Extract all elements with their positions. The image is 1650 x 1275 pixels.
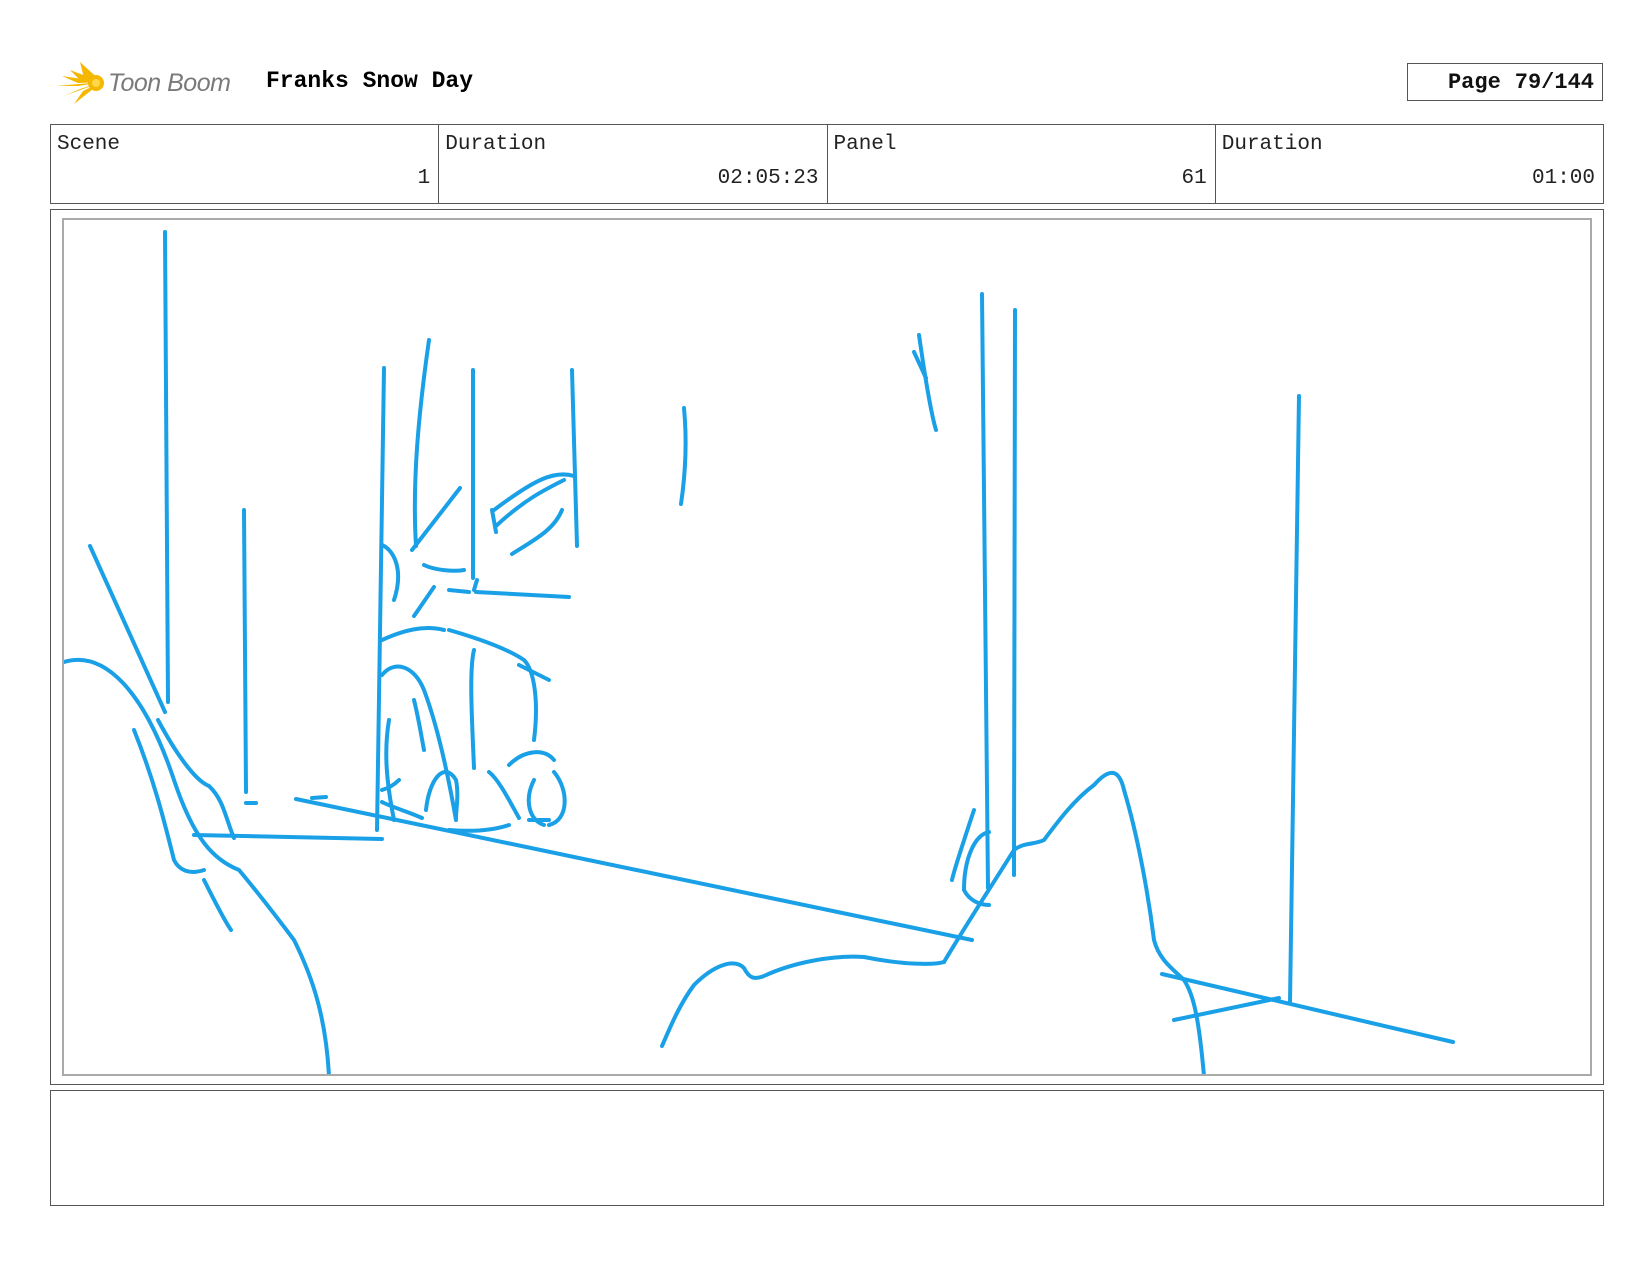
sketch-stroke bbox=[447, 588, 471, 594]
sketch-stroke bbox=[375, 366, 386, 832]
sketch-stroke bbox=[380, 543, 400, 602]
page-number: 79/144 bbox=[1514, 69, 1594, 95]
sketch-stroke bbox=[660, 954, 946, 1048]
page-indicator: Page 79/144 bbox=[1407, 63, 1603, 101]
sketch-stroke bbox=[410, 486, 462, 552]
panel-frame bbox=[50, 209, 1604, 1085]
sketch-stroke bbox=[447, 823, 511, 833]
page-label: Page bbox=[1447, 69, 1501, 95]
sketch-stroke bbox=[64, 658, 331, 1074]
panel-duration-value: 01:00 bbox=[1531, 167, 1595, 190]
starburst-icon bbox=[56, 62, 104, 104]
sketch-stroke bbox=[163, 230, 170, 704]
panel-value: 61 bbox=[1181, 167, 1207, 190]
sketch-stroke bbox=[132, 728, 206, 874]
sketch-stroke bbox=[412, 698, 426, 752]
sketch-stroke bbox=[1012, 308, 1017, 877]
panel-notes-box[interactable] bbox=[50, 1090, 1604, 1206]
sketch-stroke bbox=[679, 406, 688, 506]
scene-duration-value: 02:05:23 bbox=[717, 167, 819, 190]
sketch-stroke bbox=[294, 797, 974, 942]
sketch-stroke bbox=[1160, 972, 1455, 1044]
logo-text: Toon Boom bbox=[108, 69, 231, 97]
sketch-stroke bbox=[917, 333, 938, 432]
panel-info-row: Scene 1 Duration 02:05:23 Panel 61 Durat… bbox=[50, 124, 1604, 204]
sketch-stroke bbox=[422, 563, 466, 573]
panel-duration-label: Duration bbox=[1221, 133, 1323, 156]
sketch-drawing bbox=[64, 230, 1455, 1074]
sketch-stroke bbox=[474, 590, 571, 599]
scene-duration-label: Duration bbox=[445, 133, 547, 156]
sketch-stroke bbox=[507, 750, 556, 767]
sketch-stroke bbox=[472, 578, 479, 592]
sketch-stroke bbox=[202, 878, 233, 932]
sketch-stroke bbox=[980, 292, 990, 890]
sketch-stroke bbox=[1172, 996, 1281, 1022]
sketch-stroke bbox=[192, 833, 384, 841]
sketch-stroke bbox=[310, 795, 328, 800]
sketch-stroke bbox=[156, 718, 236, 840]
scene-value: 1 bbox=[417, 167, 431, 190]
sketch-stroke bbox=[942, 770, 1206, 1074]
sketch-stroke bbox=[469, 648, 476, 770]
sketch-stroke bbox=[487, 770, 521, 820]
scene-duration-cell: Duration 02:05:23 bbox=[439, 125, 828, 203]
sketch-area[interactable] bbox=[62, 218, 1592, 1076]
sketch-stroke bbox=[547, 770, 567, 827]
scene-label: Scene bbox=[57, 133, 121, 156]
sketch-stroke bbox=[1288, 394, 1301, 1004]
page-header: Toon Boom Franks Snow Day Page 79/144 bbox=[52, 56, 1612, 112]
panel-cell: Panel 61 bbox=[828, 125, 1216, 203]
toon-boom-logo: Toon Boom bbox=[52, 56, 252, 112]
sketch-stroke bbox=[412, 338, 431, 548]
panel-label: Panel bbox=[833, 133, 897, 156]
sketch-stroke bbox=[380, 778, 401, 792]
sketch-stroke bbox=[570, 368, 579, 548]
project-title: Franks Snow Day bbox=[266, 68, 474, 94]
sketch-stroke bbox=[380, 626, 446, 642]
scene-cell: Scene 1 bbox=[51, 125, 440, 203]
sketch-stroke bbox=[950, 808, 976, 882]
sketch-stroke bbox=[412, 585, 436, 618]
sketch-stroke bbox=[447, 628, 538, 742]
sketch-stroke bbox=[242, 508, 248, 794]
sketch-stroke bbox=[380, 800, 424, 820]
panel-duration-cell: Duration 01:00 bbox=[1216, 125, 1603, 203]
sketch-stroke bbox=[380, 664, 458, 822]
sketch-stroke bbox=[490, 508, 498, 534]
sketch-stroke bbox=[510, 508, 564, 556]
